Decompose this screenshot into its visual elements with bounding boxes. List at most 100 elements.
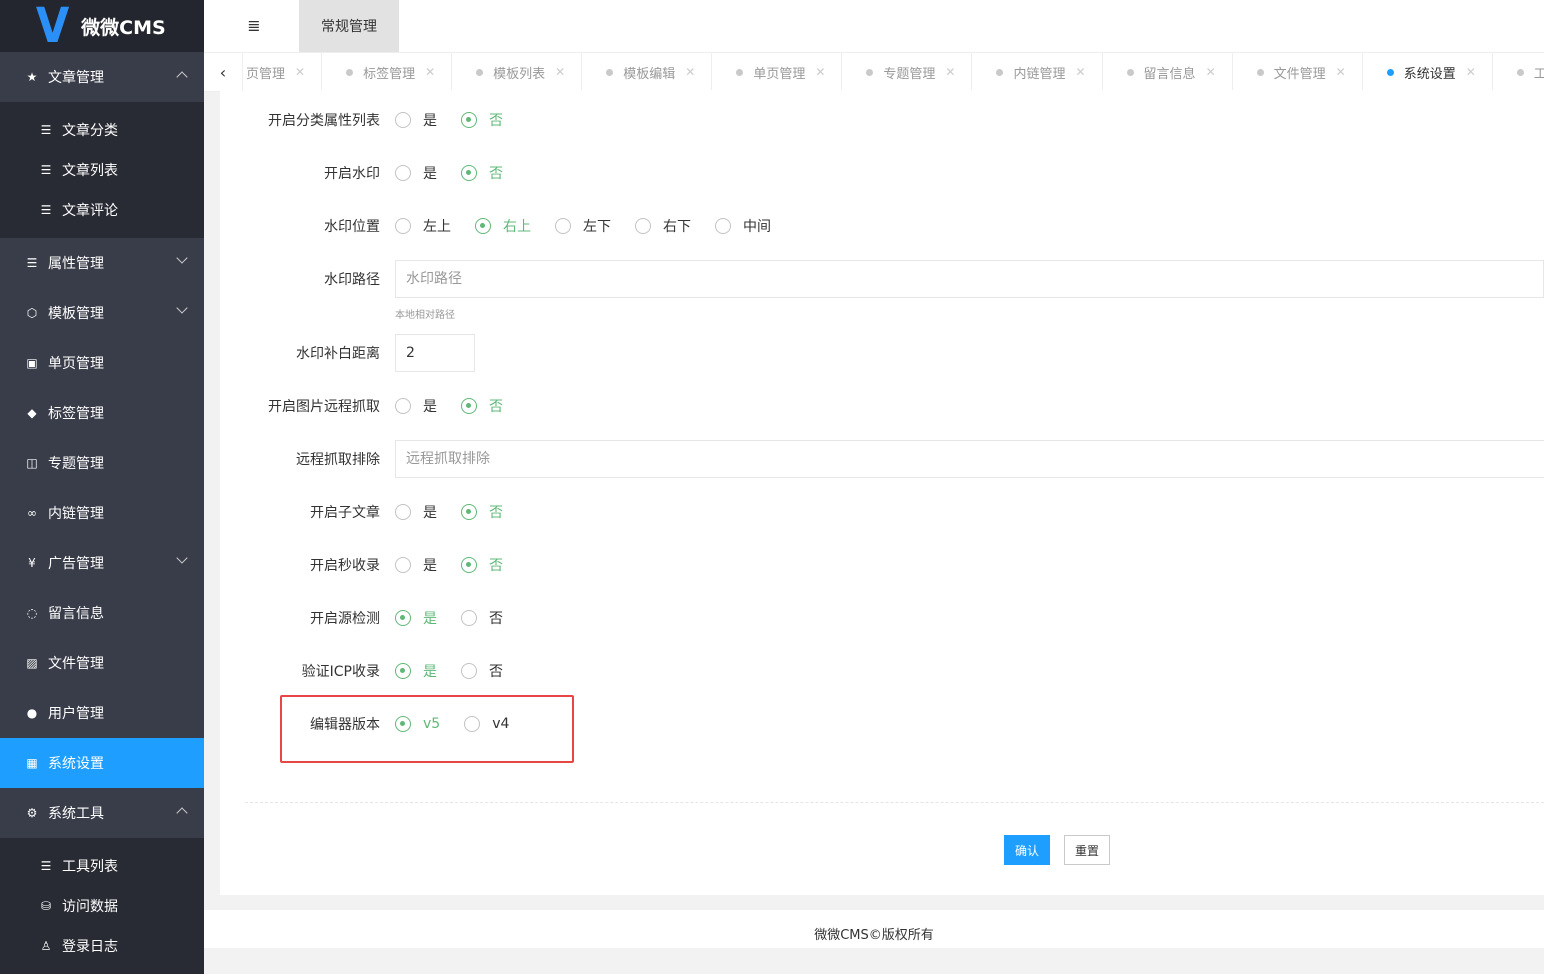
tab-prev-icon[interactable]: ‹ (204, 53, 243, 91)
radio-option[interactable]: 否 (461, 502, 503, 522)
tab-dot-icon (606, 68, 614, 76)
reset-button[interactable]: 重置 (1064, 835, 1110, 865)
tab[interactable]: 模板编辑 ✕ (582, 53, 713, 91)
tab-label: 模板列表 (493, 66, 546, 82)
sidebar-subitem[interactable]: ☰ 文章评论 (0, 190, 204, 230)
tab[interactable]: 专题管理 ✕ (842, 53, 973, 91)
tab-close-icon[interactable]: ✕ (555, 65, 565, 79)
tab-close-icon[interactable]: ✕ (1466, 65, 1476, 79)
sidebar-subitem[interactable]: ♙ 登录日志 (0, 926, 204, 966)
chevron-down-icon (176, 252, 188, 264)
sidebar-item-label: 属性管理 (48, 256, 104, 272)
radio-label: 否 (489, 664, 503, 680)
sidebar-subitem[interactable]: ☰ 工具列表 (0, 846, 204, 886)
sidebar-item[interactable]: ▦ 系统设置 (0, 738, 204, 788)
row-remote-exclude: 远程抓取排除 (220, 439, 1544, 479)
sidebar-item[interactable]: ¥ 广告管理 (0, 538, 204, 588)
radio-group-instant-index: 是否 (395, 555, 527, 575)
label-sub-article: 开启子文章 (310, 505, 380, 521)
chevron-down-icon (176, 552, 188, 564)
sidebar-item[interactable]: ∞ 内链管理 (0, 488, 204, 538)
row-instant-index: 开启秒收录 是否 (220, 545, 1544, 585)
menu-icon: ⚙ (26, 806, 38, 820)
tab[interactable]: 工具列表✕ (1493, 53, 1544, 91)
tab[interactable]: 文件管理 ✕ (1233, 53, 1363, 91)
tab[interactable]: 模板列表 ✕ (452, 53, 583, 91)
radio-option[interactable]: 否 (461, 608, 503, 628)
sidebar-item[interactable]: ⚙ 系统工具 (0, 788, 204, 838)
sidebar-subitem[interactable]: ⛁ 访问数据 (0, 886, 204, 926)
tab-close-icon[interactable]: ✕ (815, 65, 825, 79)
tab-close-icon[interactable]: ✕ (425, 65, 435, 79)
sidebar-item[interactable]: ☰ 属性管理 (0, 238, 204, 288)
sidebar-subitem-label: 登录日志 (62, 939, 118, 955)
sidebar-item[interactable]: ▣ 单页管理 (0, 338, 204, 388)
radio-circle-icon (461, 112, 477, 128)
radio-label: 左下 (583, 219, 611, 235)
radio-option[interactable]: 右上 (475, 216, 531, 236)
sidebar-item-label: 内链管理 (48, 506, 104, 522)
sidebar-item[interactable]: ★ 文章管理 (0, 52, 204, 102)
chevron-up-icon (176, 807, 188, 819)
sidebar-item[interactable]: ◫ 专题管理 (0, 438, 204, 488)
label-remote-fetch: 开启图片远程抓取 (268, 399, 380, 415)
radio-group-watermark-pos: 左上 右上 左下 右下 中间 (395, 216, 795, 236)
radio-option[interactable]: 否 (461, 110, 503, 130)
tab-close-icon[interactable]: ✕ (945, 65, 955, 79)
sidebar-item[interactable]: ⬡ 模板管理 (0, 288, 204, 338)
radio-option[interactable]: 是 (395, 110, 437, 130)
tab-close-icon[interactable]: ✕ (1336, 65, 1346, 79)
sidebar-subitem[interactable]: ☰ 文章分类 (0, 110, 204, 150)
tab-dot-icon (1516, 68, 1524, 76)
tab-close-icon[interactable]: ✕ (685, 65, 695, 79)
tab-close-icon[interactable]: ✕ (295, 65, 305, 79)
sidebar-item-label: 专题管理 (48, 456, 104, 472)
sidebar-item[interactable]: ● 用户管理 (0, 688, 204, 738)
sidebar-item[interactable]: ◆ 标签管理 (0, 388, 204, 438)
radio-option[interactable]: 是 (395, 608, 437, 628)
radio-option[interactable]: 是 (395, 555, 437, 575)
sidebar-subitem[interactable]: ☰ 文章列表 (0, 150, 204, 190)
radio-option[interactable]: 是 (395, 163, 437, 183)
radio-circle-icon (395, 165, 411, 181)
radio-option[interactable]: 是 (395, 502, 437, 522)
radio-option[interactable]: 左上 (395, 216, 451, 236)
radio-option[interactable]: 是 (395, 661, 437, 681)
radio-circle-icon (461, 504, 477, 520)
radio-label: 是 (423, 558, 437, 574)
tab[interactable]: 留言信息 ✕ (1103, 53, 1233, 91)
radio-circle-icon (635, 218, 651, 234)
radio-option[interactable]: 否 (461, 163, 503, 183)
sidebar-item[interactable]: ◌ 留言信息 (0, 588, 204, 638)
radio-option[interactable]: 否 (461, 661, 503, 681)
sidebar-item-label: 系统设置 (48, 756, 104, 772)
radio-circle-icon (715, 218, 731, 234)
row-watermark-path: 水印路径 (220, 259, 1544, 299)
tab[interactable]: 系统设置 ✕ (1363, 53, 1493, 91)
tab[interactable]: 内链管理 ✕ (972, 53, 1103, 91)
header-tab-general[interactable]: 常规管理 (299, 0, 399, 52)
radio-label: 否 (489, 166, 503, 182)
radio-option[interactable]: 否 (461, 396, 503, 416)
radio-option[interactable]: 右下 (635, 216, 691, 236)
radio-option[interactable]: 中间 (715, 216, 771, 236)
radio-option[interactable]: 是 (395, 396, 437, 416)
remote-exclude-input[interactable] (395, 440, 1544, 478)
tab[interactable]: 单页管理 ✕ (712, 53, 843, 91)
tab[interactable]: 页管理 ✕ (244, 53, 323, 91)
tab-label: 专题管理 (883, 66, 936, 82)
tab-label: 页管理 (246, 66, 286, 82)
sidebar-item[interactable]: ▨ 文件管理 (0, 638, 204, 688)
watermark-path-input[interactable] (395, 260, 1544, 298)
radio-option[interactable]: 左下 (555, 216, 611, 236)
watermark-padding-input[interactable] (395, 334, 475, 372)
tab-close-icon[interactable]: ✕ (1206, 65, 1216, 79)
tab-close-icon[interactable]: ✕ (1075, 65, 1085, 79)
tab[interactable]: 标签管理 ✕ (322, 53, 453, 91)
radio-option[interactable]: 否 (461, 555, 503, 575)
menu-toggle-icon[interactable]: ≣ (244, 16, 264, 36)
confirm-button[interactable]: 确认 (1004, 835, 1050, 865)
radio-label: 是 (423, 664, 437, 680)
top-header: ≣ 常规管理 (204, 0, 1544, 52)
tab-label: 标签管理 (363, 66, 416, 82)
